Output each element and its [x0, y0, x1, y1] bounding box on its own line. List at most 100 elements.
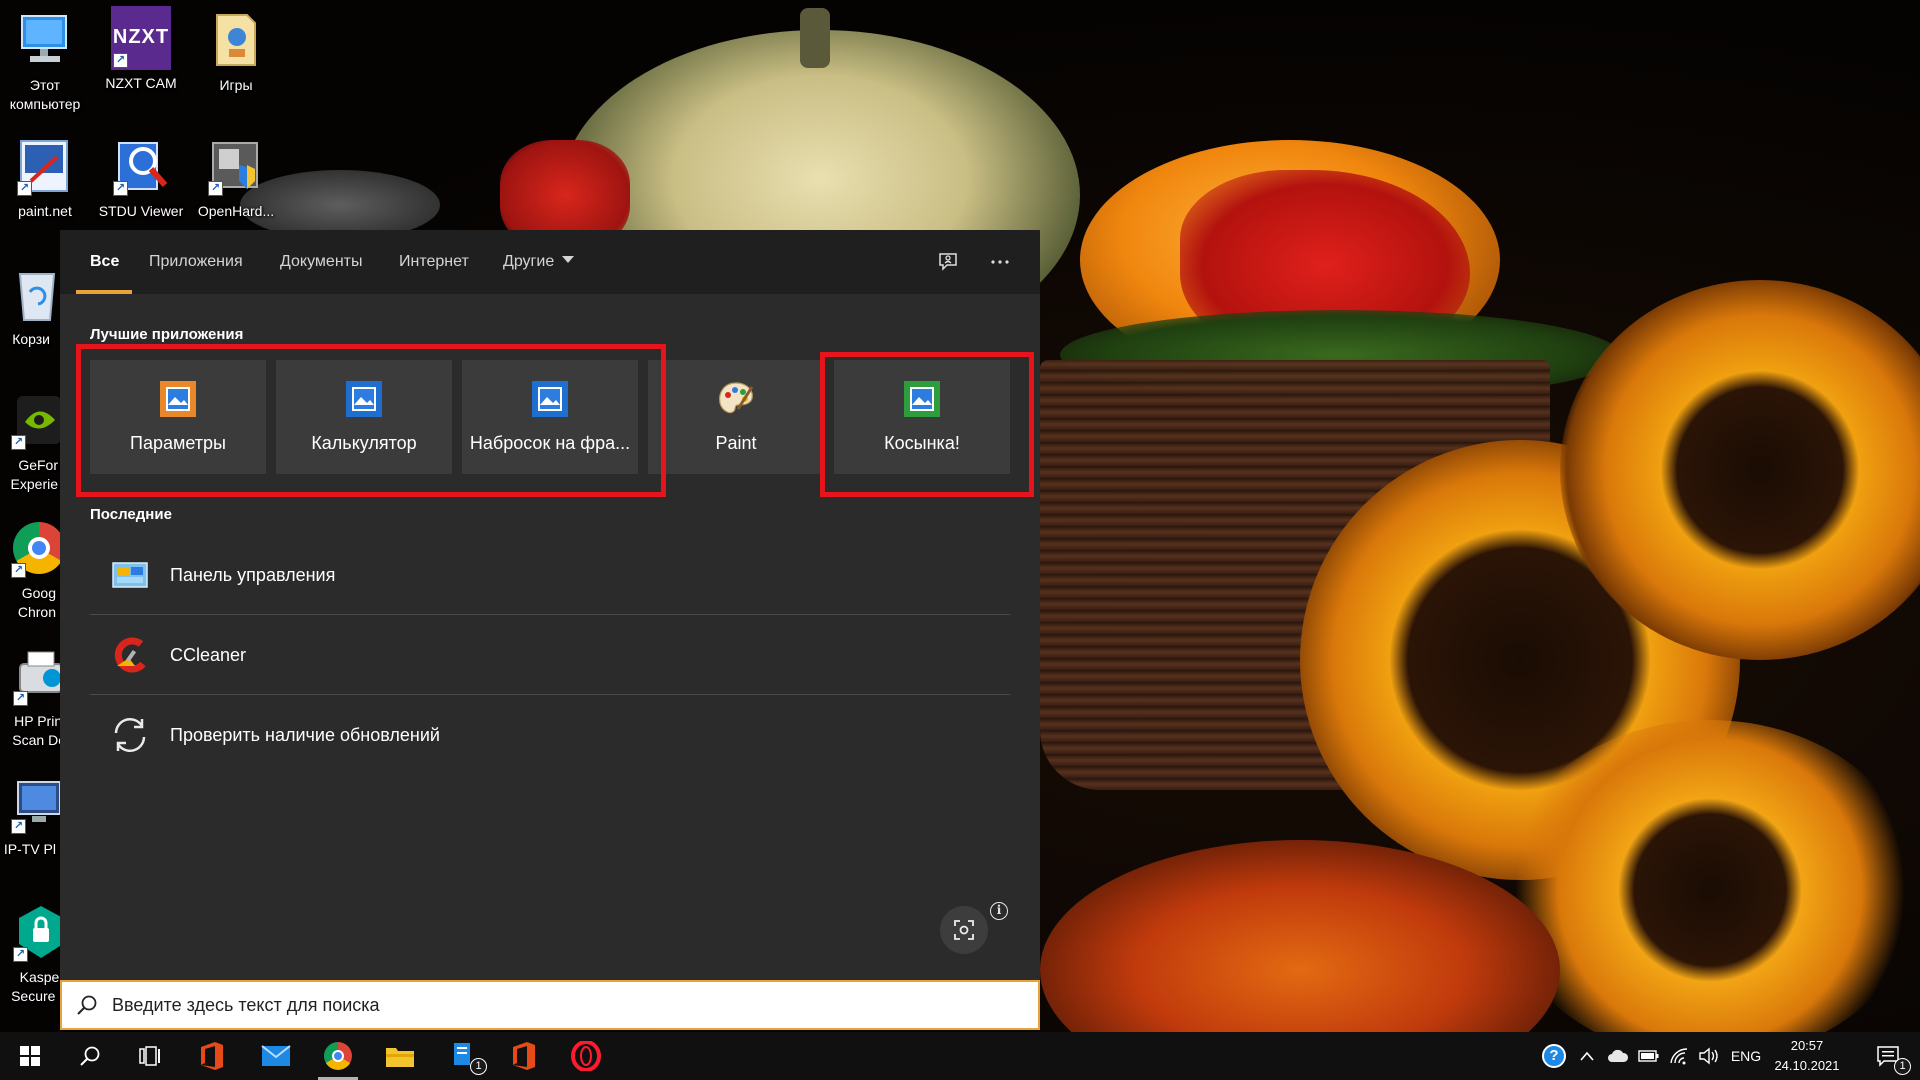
- cloud-icon: [1608, 1049, 1629, 1062]
- desktop-icon-label: STDU Viewer: [98, 203, 184, 219]
- desktop-icon-label: Этот компьютер: [9, 77, 81, 112]
- tile-label: Косынка!: [884, 433, 960, 453]
- tab-label: Другие: [503, 253, 555, 270]
- desktop-icon-openhardware[interactable]: ↗ OpenHard...: [189, 136, 283, 221]
- app-tile-parameters[interactable]: Параметры: [90, 360, 266, 474]
- paintnet-icon: ↗: [15, 136, 75, 196]
- tile-label: Paint: [715, 433, 757, 453]
- taskbar-search-button[interactable]: [62, 1032, 118, 1080]
- search-icon: [80, 1046, 100, 1066]
- volume-icon: [1699, 1047, 1718, 1065]
- taskbar-app-office[interactable]: [184, 1032, 240, 1080]
- tab-internet[interactable]: Интернет: [399, 230, 469, 294]
- search-box[interactable]: [60, 980, 1040, 1030]
- search-icon: [77, 995, 97, 1015]
- volume-button[interactable]: [1694, 1032, 1724, 1080]
- search-tabs-bar: Все Приложения Документы Интернет Другие: [60, 230, 1040, 294]
- desktop-icon-games[interactable]: Игры: [189, 10, 283, 95]
- ccleaner-icon: [110, 635, 150, 675]
- clock-date: 24.10.2021: [1774, 1058, 1840, 1073]
- paint-palette-icon: [719, 382, 754, 414]
- start-button[interactable]: [2, 1032, 58, 1080]
- office-icon: [201, 1042, 223, 1070]
- desktop-icon-paintnet[interactable]: ↗ paint.net: [0, 136, 92, 221]
- active-tab-indicator: [76, 290, 132, 294]
- app-image-icon: [904, 381, 940, 417]
- info-button[interactable]: i: [990, 902, 1008, 920]
- divider: [90, 614, 1010, 615]
- clock-time: 20:57: [1790, 1038, 1824, 1053]
- app-image-icon: [532, 381, 568, 417]
- tile-label: Параметры: [130, 433, 226, 453]
- recent-item-check-updates[interactable]: Проверить наличие обновлений: [90, 696, 1010, 774]
- desktop-icon-this-pc[interactable]: Этот компьютер: [0, 10, 92, 114]
- stdu-viewer-icon: ↗: [111, 136, 171, 196]
- app-tile-paint[interactable]: Paint: [648, 360, 824, 474]
- tab-all[interactable]: Все: [90, 230, 119, 294]
- taskbar: 1 ? ENG 20:57 24.10.2021 1: [0, 1032, 1920, 1080]
- shortcut-arrow-icon: ↗: [13, 691, 28, 706]
- shortcut-arrow-icon: ↗: [13, 947, 28, 962]
- desktop-icon-label: NZXT CAM: [105, 75, 177, 91]
- notification-badge: 1: [470, 1058, 487, 1075]
- shortcut-arrow-icon: ↗: [208, 181, 223, 196]
- tile-label: Калькулятор: [311, 433, 417, 453]
- desktop-icon-stdu-viewer[interactable]: ↗ STDU Viewer: [94, 136, 188, 221]
- network-button[interactable]: [1664, 1032, 1694, 1080]
- feedback-button[interactable]: [932, 246, 964, 278]
- tab-documents[interactable]: Документы: [280, 230, 362, 294]
- file-explorer-icon: [386, 1048, 414, 1067]
- taskbar-app-chrome[interactable]: [310, 1032, 366, 1080]
- notification-count-badge: 1: [1894, 1058, 1911, 1075]
- windows-start-icon: [20, 1046, 40, 1066]
- app-image-icon: [160, 381, 196, 417]
- desktop-icon-nzxt-cam[interactable]: NZXT ↗ NZXT CAM: [94, 6, 188, 93]
- control-panel-icon: [110, 555, 150, 595]
- chrome-icon: [324, 1042, 352, 1070]
- recent-item-control-panel[interactable]: Панель управления: [90, 536, 1010, 614]
- taskbar-app-office-2[interactable]: [496, 1032, 552, 1080]
- app-tile-calculator[interactable]: Калькулятор: [276, 360, 452, 474]
- search-panel: Все Приложения Документы Интернет Другие…: [60, 230, 1040, 1030]
- show-hidden-icons-button[interactable]: [1574, 1032, 1600, 1080]
- tile-label: Набросок на фра...: [469, 433, 631, 453]
- action-center-button[interactable]: 1: [1860, 1032, 1916, 1080]
- search-input[interactable]: [112, 994, 992, 1016]
- desktop-icon-label: OpenHard...: [197, 203, 275, 219]
- recent-heading: Последние: [90, 506, 172, 523]
- recent-item-ccleaner[interactable]: CCleaner: [90, 616, 1010, 694]
- task-view-icon: [139, 1046, 160, 1066]
- sync-icon: [110, 715, 150, 755]
- taskbar-app-explorer[interactable]: [372, 1032, 428, 1080]
- mail-icon: [261, 1045, 291, 1066]
- more-options-button[interactable]: [984, 246, 1016, 278]
- task-view-button[interactable]: [122, 1032, 178, 1080]
- nzxt-cam-icon: NZXT ↗: [111, 6, 171, 70]
- app-tile-solitaire[interactable]: Косынка!: [834, 360, 1010, 474]
- tab-label: Документы: [280, 253, 363, 270]
- battery-button[interactable]: [1634, 1032, 1664, 1080]
- onedrive-button[interactable]: [1602, 1032, 1634, 1080]
- app-image-icon: [346, 381, 382, 417]
- recent-item-label: CCleaner: [170, 644, 247, 665]
- taskbar-app-notes[interactable]: 1: [436, 1032, 492, 1080]
- shortcut-arrow-icon: ↗: [113, 53, 128, 68]
- shortcut-arrow-icon: ↗: [113, 181, 128, 196]
- taskbar-app-mail[interactable]: [248, 1032, 304, 1080]
- opera-icon: [571, 1041, 601, 1071]
- tab-label: Все: [90, 253, 120, 270]
- taskbar-app-opera[interactable]: [558, 1032, 614, 1080]
- tab-label: Приложения: [149, 253, 243, 270]
- screenshot-search-icon: [954, 920, 974, 940]
- this-pc-icon: [15, 10, 75, 70]
- screenshot-search-button[interactable]: [940, 906, 988, 954]
- language-indicator[interactable]: ENG: [1726, 1032, 1766, 1080]
- shortcut-arrow-icon: ↗: [11, 563, 26, 578]
- tab-other[interactable]: Другие: [503, 230, 575, 294]
- more-options-icon: [991, 260, 1009, 264]
- tab-apps[interactable]: Приложения: [149, 230, 243, 294]
- clock[interactable]: 20:57 24.10.2021: [1762, 1036, 1852, 1076]
- recent-item-label: Панель управления: [170, 564, 336, 585]
- app-tile-snip-sketch[interactable]: Набросок на фра...: [462, 360, 638, 474]
- help-button[interactable]: ?: [1538, 1032, 1570, 1080]
